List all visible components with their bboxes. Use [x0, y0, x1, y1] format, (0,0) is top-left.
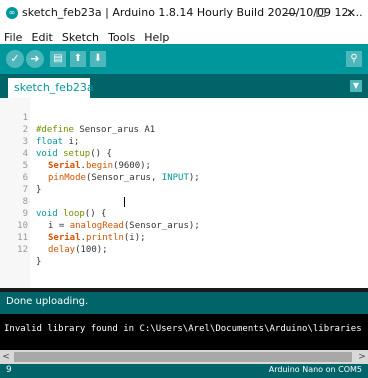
scroll-left-icon[interactable]: <: [0, 350, 12, 364]
toolbar: ✓ ➜ ▤ ⬆ ⬇ ⚲: [0, 44, 368, 74]
board-info: Arduino Nano on COM5: [268, 365, 362, 374]
code-line: 7: [0, 172, 368, 195]
code-line: 1 #define Sensor_arus A1: [0, 100, 368, 135]
code-text: }: [36, 257, 42, 267]
code-line: 3 void setup() {: [0, 124, 368, 159]
close-button[interactable]: ✕: [336, 3, 366, 23]
save-sketch-button[interactable]: ⬇: [90, 51, 106, 67]
tab-sketch[interactable]: sketch_feb23a §: [8, 78, 94, 114]
code-line: 9 i = analogRead(Sensor_arus);: [0, 196, 368, 231]
upload-button[interactable]: ➜: [26, 50, 44, 68]
minimize-button[interactable]: —: [276, 3, 306, 23]
code-token: (100);: [75, 245, 108, 255]
code-line: 10 Serial.println(i);: [0, 208, 368, 243]
code-editor[interactable]: 1 #define Sensor_arus A1 2 float i; 3 vo…: [0, 98, 368, 288]
cursor-line-number: 9: [6, 365, 12, 375]
verify-button[interactable]: ✓: [6, 50, 24, 68]
code-line: 8 void loop() {: [0, 184, 368, 219]
code-line: 12 }: [0, 232, 368, 267]
tab-bar: sketch_feb23a § ▼: [0, 74, 368, 114]
line-number: 12: [17, 245, 28, 255]
new-sketch-button[interactable]: ▤: [50, 51, 66, 67]
open-sketch-button[interactable]: ⬆: [70, 51, 86, 67]
scrollbar-thumb[interactable]: [14, 352, 352, 362]
title-bar: ∞ sketch_feb23a | Arduino 1.8.14 Hourly …: [0, 0, 368, 26]
menu-bar: File Edit Sketch Tools Help: [0, 26, 368, 44]
arduino-logo-icon: ∞: [6, 7, 18, 19]
status-message: Done uploading.: [6, 296, 89, 307]
code-text: delay(100);: [48, 244, 108, 256]
horizontal-scrollbar[interactable]: < >: [0, 350, 368, 364]
tab-menu-icon[interactable]: ▼: [350, 80, 362, 92]
code-line: 5 pinMode(Sensor_arus, INPUT);: [0, 148, 368, 183]
code-token: delay: [48, 245, 76, 255]
text-cursor: [124, 197, 125, 207]
status-bar: Done uploading.: [0, 292, 368, 314]
code-line: 4 Serial.begin(9600);: [0, 136, 368, 171]
maximize-button[interactable]: ☐: [306, 3, 336, 23]
console-output[interactable]: Invalid library found in C:\Users\Arel\D…: [0, 314, 368, 350]
serial-monitor-button[interactable]: ⚲: [346, 51, 362, 67]
code-line: 11 delay(100);: [0, 220, 368, 255]
code-line: 2 float i;: [0, 112, 368, 147]
code-line: 6 }: [0, 160, 368, 195]
scroll-right-icon[interactable]: >: [356, 350, 368, 364]
footer-bar: 9 Arduino Nano on COM5: [0, 364, 368, 378]
console-line: Invalid library found in C:\Users\Arel\D…: [4, 324, 362, 334]
